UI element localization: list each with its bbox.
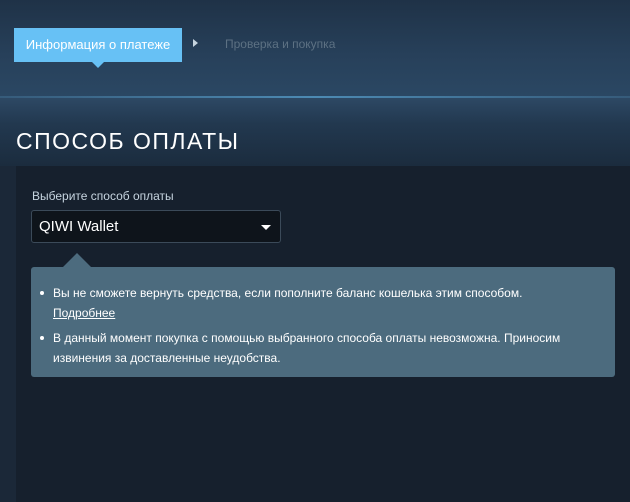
payment-method-value: QIWI Wallet <box>39 218 119 235</box>
step-review-purchase: Проверка и покупка <box>225 37 336 51</box>
page-title: СПОСОБ ОПЛАТЫ <box>16 128 240 154</box>
payment-method-label: Выберите способ оплаты <box>32 189 174 203</box>
learn-more-link[interactable]: Подробнее <box>53 306 115 320</box>
notice-item-refund: Вы не сможете вернуть средства, если поп… <box>39 283 599 323</box>
divider <box>0 96 630 98</box>
notice-refund-text: Вы не сможете вернуть средства, если поп… <box>53 286 523 300</box>
bullet-icon <box>40 336 44 340</box>
bullet-icon <box>40 291 44 295</box>
payment-method-select[interactable]: QIWI Wallet <box>31 210 281 243</box>
chevron-right-icon <box>193 39 198 47</box>
notice-item-unavailable: В данный момент покупка с помощью выбран… <box>39 328 599 368</box>
step-payment-info[interactable]: Информация о платеже <box>14 28 182 68</box>
notice-list: Вы не сможете вернуть средства, если поп… <box>39 283 599 368</box>
notice-unavailable-text: В данный момент покупка с помощью выбран… <box>53 331 561 365</box>
payment-notice: Вы не сможете вернуть средства, если поп… <box>31 267 615 377</box>
notice-pointer <box>62 253 92 268</box>
caret-down-icon <box>261 225 271 230</box>
